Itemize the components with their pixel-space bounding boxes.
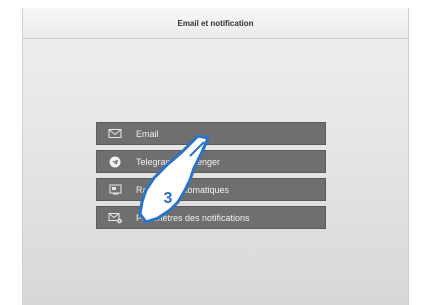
page-header: Email et notification	[23, 8, 408, 39]
menu-item-label: Telegram Messenger	[136, 156, 221, 167]
menu-item-label: Rapports automatiques	[136, 184, 230, 195]
menu-item-telegram[interactable]: Telegram Messenger	[96, 150, 326, 173]
telegram-icon	[107, 154, 123, 170]
notification-menu: Email Telegram Messenger Rapports automa…	[96, 122, 326, 229]
envelope-icon	[107, 126, 123, 142]
menu-item-email[interactable]: Email	[96, 122, 326, 145]
app-window: Email et notification Email Telegram Mes…	[22, 8, 409, 305]
report-icon	[107, 182, 123, 198]
menu-item-notification-settings[interactable]: Paramètres des notifications	[96, 206, 326, 229]
menu-item-reports[interactable]: Rapports automatiques	[96, 178, 326, 201]
menu-item-label: Email	[136, 128, 159, 139]
envelope-settings-icon	[107, 210, 123, 226]
menu-item-label: Paramètres des notifications	[136, 212, 250, 223]
page-title: Email et notification	[177, 18, 254, 28]
